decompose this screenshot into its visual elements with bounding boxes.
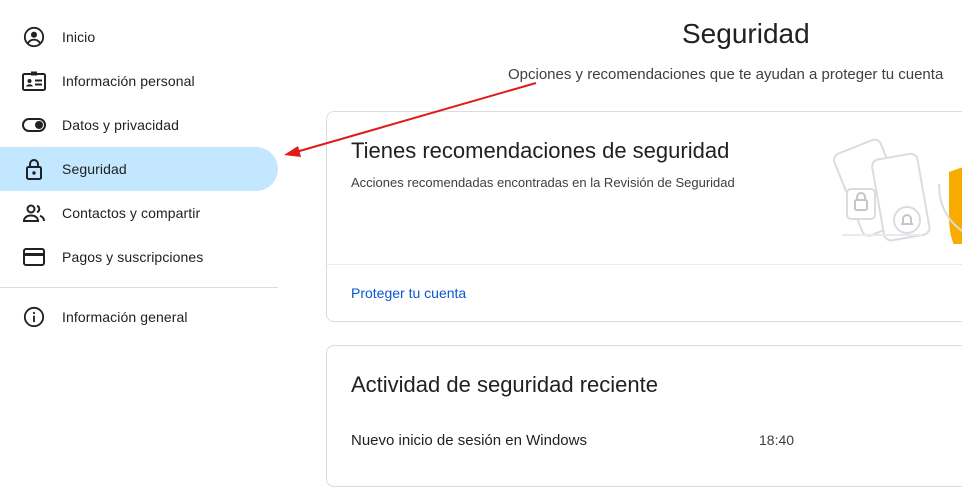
sidebar-item-seguridad[interactable]: Seguridad	[0, 147, 278, 191]
security-illustration	[833, 138, 962, 244]
protect-account-link[interactable]: Proteger tu cuenta	[351, 285, 466, 301]
sidebar-nav: Inicio Información personal Datos y priv…	[0, 0, 278, 457]
sidebar-item-contactos[interactable]: Contactos y compartir	[0, 191, 278, 235]
sidebar-item-label: Seguridad	[62, 161, 127, 177]
sidebar-item-informacion-personal[interactable]: Información personal	[0, 59, 278, 103]
activity-time: 18:40	[759, 432, 795, 448]
info-icon	[22, 306, 46, 328]
card-title: Actividad de seguridad reciente	[351, 372, 658, 397]
sidebar-item-label: Pagos y suscripciones	[62, 249, 204, 265]
people-icon	[22, 202, 46, 224]
card-divider	[327, 264, 962, 265]
toggle-icon	[22, 114, 46, 136]
sidebar-divider	[0, 287, 278, 288]
sidebar-item-label: Información personal	[62, 73, 195, 89]
activity-event[interactable]: Nuevo inicio de sesión en Windows	[351, 432, 587, 449]
sidebar-item-datos-privacidad[interactable]: Datos y privacidad	[0, 103, 278, 147]
credit-card-icon	[22, 246, 46, 268]
recent-security-activity-card: Actividad de seguridad reciente Nuevo in…	[326, 345, 962, 487]
card-description: Acciones recomendadas encontradas en la …	[351, 175, 735, 190]
sidebar-item-pagos[interactable]: Pagos y suscripciones	[0, 235, 278, 279]
account-circle-icon	[22, 26, 46, 48]
sidebar-item-label: Datos y privacidad	[62, 117, 179, 133]
page-title: Seguridad	[682, 18, 810, 49]
sidebar-item-label: Inicio	[62, 29, 96, 45]
id-card-icon	[22, 70, 46, 92]
sidebar-item-label: Contactos y compartir	[62, 205, 201, 221]
lock-icon	[22, 158, 46, 180]
page-subtitle: Opciones y recomendaciones que te ayudan…	[508, 66, 944, 83]
sidebar-item-informacion-general[interactable]: Información general	[0, 295, 278, 339]
security-recommendations-card: Tienes recomendaciones de seguridad Acci…	[326, 111, 962, 322]
card-title: Tienes recomendaciones de seguridad	[351, 138, 730, 163]
sidebar-item-label: Información general	[62, 309, 188, 325]
sidebar-item-inicio[interactable]: Inicio	[0, 15, 278, 59]
